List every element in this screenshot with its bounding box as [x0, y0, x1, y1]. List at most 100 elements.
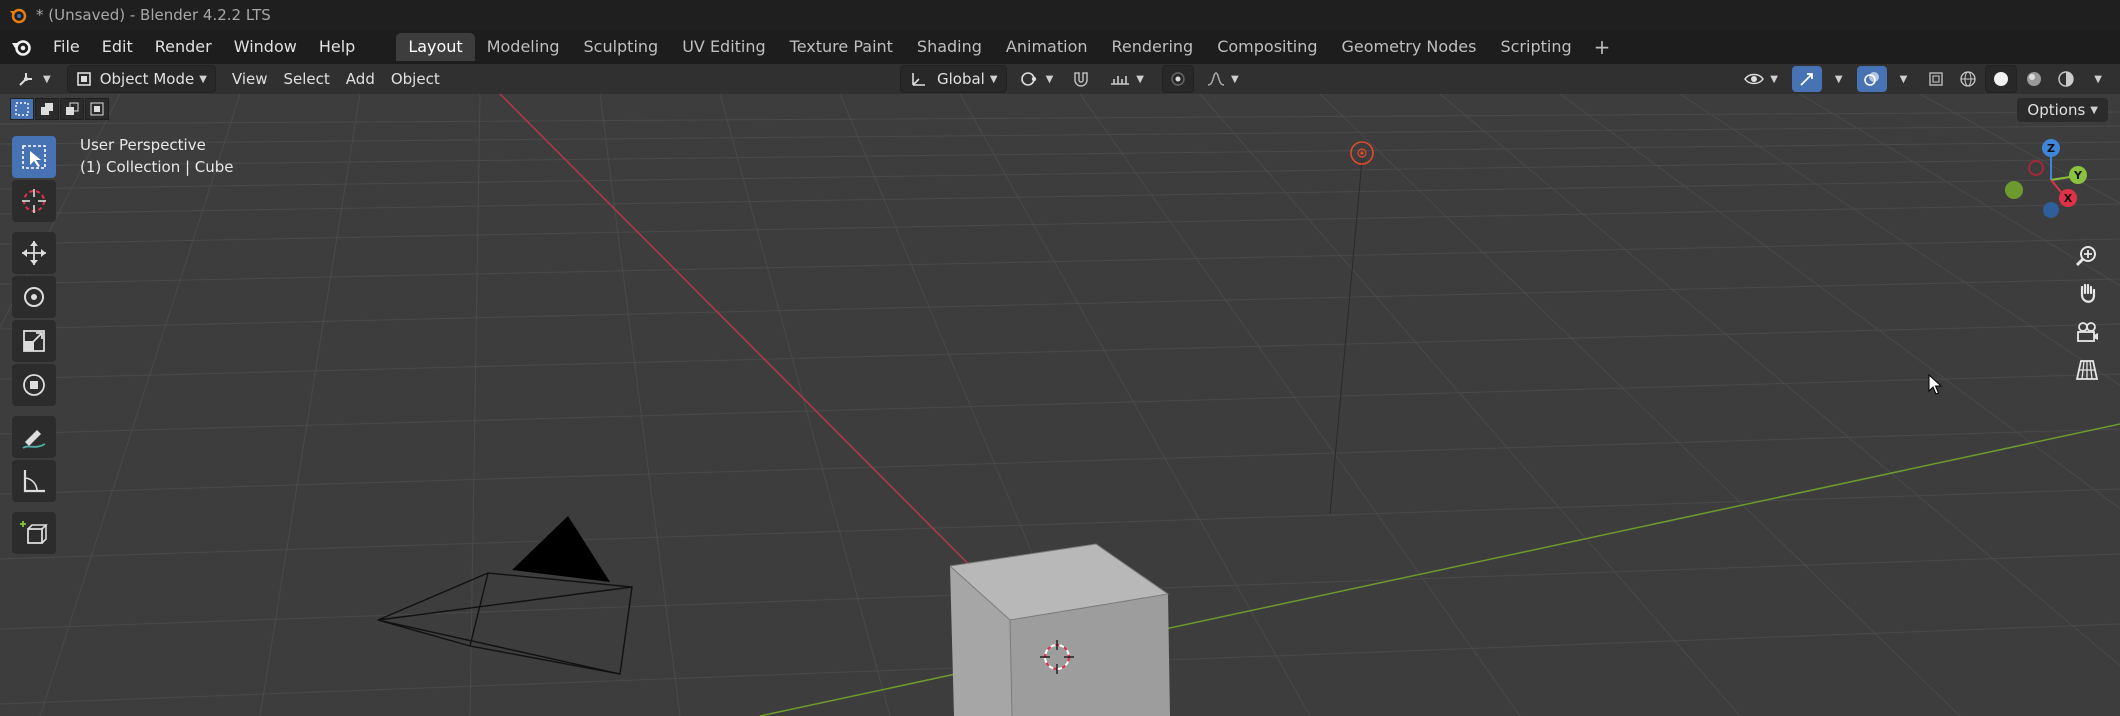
annotate-tool[interactable]: [12, 416, 56, 458]
transform-orientation-select[interactable]: Global ▼: [900, 65, 1007, 93]
chevron-down-icon: ▼: [1899, 73, 1908, 85]
chevron-down-icon: ▼: [1770, 73, 1778, 85]
navigation-gizmo[interactable]: Z Y X: [1996, 138, 2096, 228]
3d-viewport[interactable]: Options ▼ User Perspective (1) Collectio…: [0, 94, 2120, 716]
grid-perspective-icon: [2075, 360, 2099, 380]
transform-icon: [23, 374, 45, 396]
tab-animation[interactable]: Animation: [994, 33, 1100, 61]
menu-window[interactable]: Window: [223, 30, 308, 64]
shading-wireframe[interactable]: [1953, 66, 1983, 92]
tab-geometry-nodes[interactable]: Geometry Nodes: [1330, 33, 1489, 61]
top-menu-bar: File Edit Render Window Help Layout Mode…: [0, 30, 2120, 64]
options-dropdown[interactable]: Options ▼: [2017, 98, 2108, 122]
select-subtract-button[interactable]: [60, 98, 84, 120]
shading-material[interactable]: [2019, 66, 2049, 92]
overlay-icon: [1863, 72, 1879, 86]
rotate-tool[interactable]: [12, 276, 56, 318]
move-tool[interactable]: [12, 232, 56, 274]
tool-shelf: [12, 136, 56, 554]
menu-edit[interactable]: Edit: [91, 30, 144, 64]
wireframe-sphere-icon: [1960, 71, 1976, 87]
header-menu-add[interactable]: Add: [340, 66, 381, 92]
plus-icon[interactable]: +: [1584, 35, 1621, 59]
header-right-tools: ▼ ▼ ▼ ▼: [1737, 64, 2120, 94]
tab-scripting[interactable]: Scripting: [1488, 33, 1583, 61]
chevron-down-icon: ▼: [989, 73, 998, 85]
cursor-tool[interactable]: [12, 180, 56, 222]
visibility-button[interactable]: ▼: [1737, 66, 1784, 92]
viewport-scene[interactable]: [0, 94, 2120, 716]
editor-type-button[interactable]: ▼: [10, 66, 57, 92]
menu-file[interactable]: File: [42, 30, 91, 64]
falloff-button[interactable]: ▼: [1200, 66, 1245, 92]
header-menu-object[interactable]: Object: [385, 66, 446, 92]
snap-target-button[interactable]: ▼: [1103, 66, 1150, 92]
annotate-icon: [22, 430, 46, 449]
axes-editor-icon: [19, 73, 32, 86]
tab-compositing[interactable]: Compositing: [1205, 33, 1329, 61]
solid-sphere-icon: [1994, 72, 2009, 86]
chevron-down-icon: ▼: [1230, 73, 1239, 85]
scale-icon: [23, 330, 45, 352]
projection-toggle-button[interactable]: [2070, 354, 2104, 386]
blender-logo-icon[interactable]: [10, 36, 32, 58]
cube-object[interactable]: [949, 543, 1170, 716]
mode-select[interactable]: Object Mode ▼: [66, 65, 216, 93]
tab-texture-paint[interactable]: Texture Paint: [778, 33, 905, 61]
xray-toggle[interactable]: [1921, 66, 1951, 92]
options-label: Options: [2027, 101, 2086, 119]
select-box-tool[interactable]: [12, 136, 56, 178]
measure-tool[interactable]: [12, 460, 56, 502]
shading-menu[interactable]: ▼: [2083, 66, 2108, 92]
chevron-down-icon: ▼: [1136, 73, 1144, 85]
chevron-down-icon: ▼: [43, 73, 51, 85]
gizmo-icon: [1800, 73, 1813, 86]
pan-button[interactable]: [2070, 278, 2104, 310]
menu-help[interactable]: Help: [308, 30, 366, 64]
global-axes-icon: [912, 73, 925, 86]
transform-tool[interactable]: [12, 364, 56, 406]
header-menu-select[interactable]: Select: [278, 66, 336, 92]
proportional-edit-toggle[interactable]: [1161, 65, 1194, 93]
menu-render[interactable]: Render: [144, 30, 223, 64]
chevron-down-icon: ▼: [2094, 73, 2102, 85]
snap-increment-icon: [1111, 76, 1130, 85]
camera-view-button[interactable]: [2070, 316, 2104, 348]
tab-sculpting[interactable]: Sculpting: [571, 33, 670, 61]
viewport-header: ▼ Object Mode ▼ View Select Add Object G…: [0, 64, 2120, 94]
gizmo-menu[interactable]: ▼: [1824, 66, 1849, 92]
tab-shading[interactable]: Shading: [905, 33, 994, 61]
overlay-toggle[interactable]: [1856, 66, 1887, 92]
overlay-menu[interactable]: ▼: [1889, 66, 1914, 92]
tab-layout[interactable]: Layout: [396, 33, 475, 61]
gizmo-x-label: X: [2064, 192, 2073, 205]
blender-app-icon: [10, 8, 27, 24]
rendered-sphere-icon: [2058, 71, 2074, 87]
tab-rendering[interactable]: Rendering: [1100, 33, 1206, 61]
select-new-button[interactable]: [10, 98, 34, 120]
gizmo-toggle[interactable]: [1791, 66, 1822, 92]
orientation-label: Global: [937, 70, 985, 88]
falloff-curve-icon: [1207, 72, 1225, 86]
select-subtract-icon: [66, 102, 79, 115]
scale-tool[interactable]: [12, 320, 56, 362]
eye-icon: [1744, 73, 1765, 85]
zoom-button[interactable]: [2070, 240, 2104, 272]
select-invert-button[interactable]: [85, 98, 109, 120]
proportional-edit-icon: [1171, 72, 1185, 86]
chevron-down-icon: ▼: [199, 73, 207, 85]
select-extend-icon: [41, 103, 53, 115]
select-extend-button[interactable]: [35, 98, 59, 120]
pivot-point-button[interactable]: ▼: [1013, 66, 1060, 92]
snap-toggle[interactable]: [1065, 66, 1097, 92]
shading-solid[interactable]: [1985, 65, 2018, 93]
add-cube-tool[interactable]: [12, 512, 56, 554]
tab-modeling[interactable]: Modeling: [475, 33, 572, 61]
tab-uv-editing[interactable]: UV Editing: [670, 33, 777, 61]
header-menu-view[interactable]: View: [226, 66, 274, 92]
gizmo-z-label: Z: [2047, 142, 2055, 155]
hand-icon: [2080, 283, 2096, 303]
add-cube-icon: [20, 521, 48, 544]
shading-rendered[interactable]: [2051, 66, 2081, 92]
light-line: [1329, 159, 1363, 515]
